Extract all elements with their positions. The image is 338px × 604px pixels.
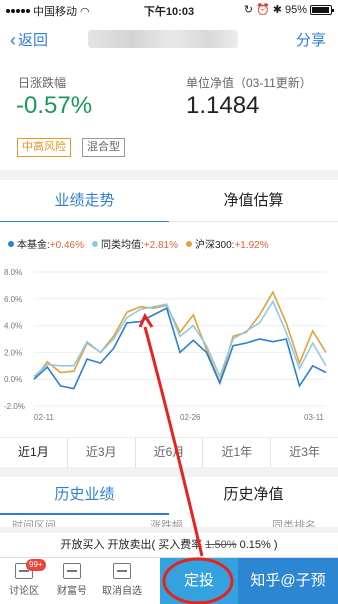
discussion-button[interactable]: 99+ 讨论区 xyxy=(0,559,48,597)
fund-info-panel: 日涨跌幅 -0.57% 单位净值（03-11更新） 1.1484 中高风险 混合… xyxy=(0,58,338,170)
line-chart[interactable]: 8.0% 6.0% 4.0% 2.0% 0.0% -2.0% 02-11 02-26 03-11 xyxy=(0,256,338,436)
y-tick-label: 0.0% xyxy=(4,375,22,384)
remove-watchlist-button[interactable]: 取消自选 xyxy=(98,563,146,597)
legend-item-peer-average: 同类均值:+2.81% xyxy=(91,236,178,251)
tab-performance[interactable]: 业绩走势 xyxy=(0,180,169,223)
bottom-action-bar: 99+ 讨论区 财富号 取消自选 定投 知乎@子预 xyxy=(0,557,338,604)
fund-name-redacted xyxy=(88,30,238,48)
status-bar: 中国移动 ◠ 下午10:03 ↻ ⏰ ✱ 95% xyxy=(0,0,338,20)
lock-rotation-icon: ↻ xyxy=(243,4,254,16)
battery-icon xyxy=(310,4,334,15)
chevron-left-icon: ‹ xyxy=(10,29,16,50)
history-table-header: 时间区间 涨跌幅 同类排名 xyxy=(0,515,338,527)
legend-item-csi300: 沪深300:+1.92% xyxy=(185,236,269,251)
battery-percent: 95% xyxy=(284,3,307,16)
daily-change-value: -0.57% xyxy=(16,92,93,119)
buy-button[interactable]: 知乎@子预 xyxy=(238,558,338,604)
daily-change-label: 日涨跌幅 xyxy=(18,76,67,90)
alarm-icon: ⏰ xyxy=(256,4,270,16)
share-button[interactable]: 分享 xyxy=(296,29,326,50)
purchase-notice: 开放买入 开放卖出( 买入费率 1.50% 0.15% ) xyxy=(0,533,338,557)
y-tick-label: 2.0% xyxy=(4,348,22,357)
nav-label: 单位净值（03-11更新） xyxy=(186,76,312,90)
x-tick-label: 03-11 xyxy=(304,413,324,422)
performance-chart: 本基金:+0.46% 同类均值:+2.81% 沪深300:+1.92% 8.0%… xyxy=(0,222,338,437)
y-tick-label: 4.0% xyxy=(4,322,22,331)
range-3y[interactable]: 近3年 xyxy=(271,438,338,467)
tab-nav-estimate[interactable]: 净值估算 xyxy=(169,180,338,222)
bluetooth-icon: ✱ xyxy=(272,4,282,16)
tab-history-performance[interactable]: 历史业绩 xyxy=(0,477,169,515)
nav-value: 1.1484 xyxy=(186,92,260,119)
y-tick-label: 8.0% xyxy=(4,268,22,277)
type-tag: 混合型 xyxy=(82,138,125,157)
range-3m[interactable]: 近3月 xyxy=(68,438,136,467)
series-line-本基金 xyxy=(33,307,327,390)
risk-tag: 中高风险 xyxy=(17,138,71,157)
header-period: 时间区间 xyxy=(12,520,56,527)
watchlist-minus-icon xyxy=(113,563,131,579)
legend-item-fund: 本基金:+0.46% xyxy=(8,236,84,251)
discussion-badge: 99+ xyxy=(26,559,46,571)
back-label: 返回 xyxy=(18,32,49,49)
x-tick-label: 02-11 xyxy=(34,413,54,422)
x-tick-label: 02-26 xyxy=(180,413,201,422)
chart-legend: 本基金:+0.46% 同类均值:+2.81% 沪深300:+1.92% xyxy=(8,236,269,251)
wealth-account-button[interactable]: 财富号 xyxy=(48,563,96,597)
range-selector: 近1月 近3月 近6月 近1年 近3年 xyxy=(0,437,338,467)
range-1m[interactable]: 近1月 xyxy=(0,438,68,467)
y-tick-label: 6.0% xyxy=(4,295,22,304)
auto-invest-button[interactable]: 定投 xyxy=(160,558,238,604)
header-change: 涨跌幅 xyxy=(150,520,183,527)
old-fee-rate: 1.50% xyxy=(205,539,237,551)
tab-history-nav[interactable]: 历史净值 xyxy=(169,477,338,515)
status-right: ↻ ⏰ ✱ 95% xyxy=(243,3,334,16)
range-1y[interactable]: 近1年 xyxy=(203,438,272,467)
back-button[interactable]: ‹ 返回 xyxy=(10,29,48,50)
store-icon xyxy=(63,563,81,579)
range-6m[interactable]: 近6月 xyxy=(136,438,204,467)
y-tick-label: -2.0% xyxy=(4,402,25,411)
header-rank: 同类排名 xyxy=(272,520,316,527)
chart-tabs: 业绩走势 净值估算 xyxy=(0,180,338,223)
nav-bar: ‹ 返回 分享 xyxy=(0,20,338,58)
history-tabs: 历史业绩 历史净值 xyxy=(0,477,338,515)
new-fee-rate: 0.15% xyxy=(236,539,271,551)
